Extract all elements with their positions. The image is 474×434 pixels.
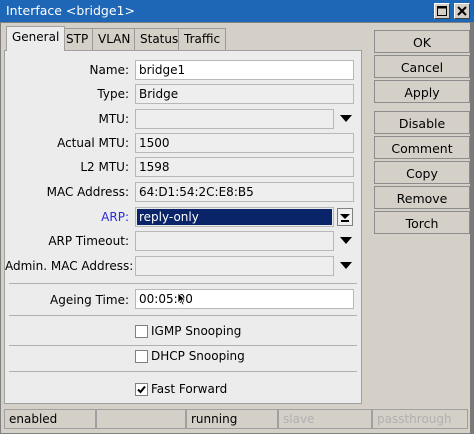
status-running: running xyxy=(186,409,278,429)
maximize-button[interactable] xyxy=(434,3,450,19)
mtu-dropdown-icon[interactable] xyxy=(339,113,353,125)
mtu-input[interactable] xyxy=(135,109,334,129)
arp-dropdown-button[interactable] xyxy=(337,208,353,226)
ageing-time-label: Ageing Time: xyxy=(50,293,129,307)
dhcp-snooping-checkbox[interactable] xyxy=(135,350,148,363)
status-enabled: enabled xyxy=(4,409,96,429)
arp-label: ARP: xyxy=(101,210,129,224)
tab-traffic[interactable]: Traffic xyxy=(178,28,227,50)
igmp-snooping-checkbox[interactable] xyxy=(135,325,148,338)
close-icon xyxy=(457,6,467,16)
comment-button[interactable]: Comment xyxy=(374,136,470,159)
tab-status[interactable]: Status xyxy=(134,28,185,50)
admin-mac-input[interactable] xyxy=(135,256,334,276)
torch-button[interactable]: Torch xyxy=(374,211,470,234)
cancel-button[interactable]: Cancel xyxy=(374,55,470,78)
tab-general[interactable]: General xyxy=(6,26,66,51)
l2-mtu-label: L2 MTU: xyxy=(80,160,129,174)
type-label: Type: xyxy=(97,87,129,101)
disable-button[interactable]: Disable xyxy=(374,111,470,134)
arp-timeout-dropdown-icon[interactable] xyxy=(339,235,353,247)
arp-select[interactable]: reply-only xyxy=(135,207,334,227)
copy-button[interactable]: Copy xyxy=(374,161,470,184)
tab-vlan[interactable]: VLAN xyxy=(92,28,137,50)
checkmark-icon xyxy=(137,385,146,394)
ageing-time-input[interactable]: 00:05:00 xyxy=(135,289,354,309)
status-passthrough: passthrough xyxy=(372,409,468,429)
maximize-icon xyxy=(437,6,447,16)
admin-mac-dropdown-icon[interactable] xyxy=(339,260,353,272)
fast-forward-checkbox[interactable] xyxy=(135,383,148,396)
igmp-snooping-label: IGMP Snooping xyxy=(151,324,242,338)
l2-mtu-field: 1598 xyxy=(135,157,354,177)
mouse-cursor-icon xyxy=(177,292,187,306)
status-slave: slave xyxy=(278,409,372,429)
remove-button[interactable]: Remove xyxy=(374,186,470,209)
title-bar[interactable]: Interface <bridge1> xyxy=(0,0,474,22)
mtu-label: MTU: xyxy=(98,112,129,126)
ok-button[interactable]: OK xyxy=(374,30,470,53)
actual-mtu-label: Actual MTU: xyxy=(57,136,129,150)
arp-selected-value: reply-only xyxy=(137,209,332,225)
separator xyxy=(9,371,357,372)
admin-mac-label: Admin. MAC Address: xyxy=(5,259,134,273)
type-field: Bridge xyxy=(135,84,354,104)
window-title: Interface <bridge1> xyxy=(6,3,135,18)
separator xyxy=(9,315,357,316)
separator xyxy=(9,345,357,346)
status-empty xyxy=(96,409,186,429)
arp-timeout-label: ARP Timeout: xyxy=(48,234,129,248)
arp-timeout-input[interactable] xyxy=(135,231,334,251)
separator xyxy=(9,283,357,284)
fast-forward-label: Fast Forward xyxy=(151,382,228,396)
general-panel: Name: bridge1 Type: Bridge MTU: Actual M… xyxy=(4,50,362,404)
actual-mtu-field: 1500 xyxy=(135,133,354,153)
window-edge xyxy=(470,22,474,434)
name-input[interactable]: bridge1 xyxy=(135,60,354,80)
dhcp-snooping-label: DHCP Snooping xyxy=(151,349,245,363)
mac-address-label: MAC Address: xyxy=(46,185,129,199)
arp-dropdown-icon xyxy=(340,214,350,222)
apply-button[interactable]: Apply xyxy=(374,80,470,103)
name-label: Name: xyxy=(89,63,129,77)
close-button[interactable] xyxy=(454,3,470,19)
mac-address-field: 64:D1:54:2C:E8:B5 xyxy=(135,182,354,202)
